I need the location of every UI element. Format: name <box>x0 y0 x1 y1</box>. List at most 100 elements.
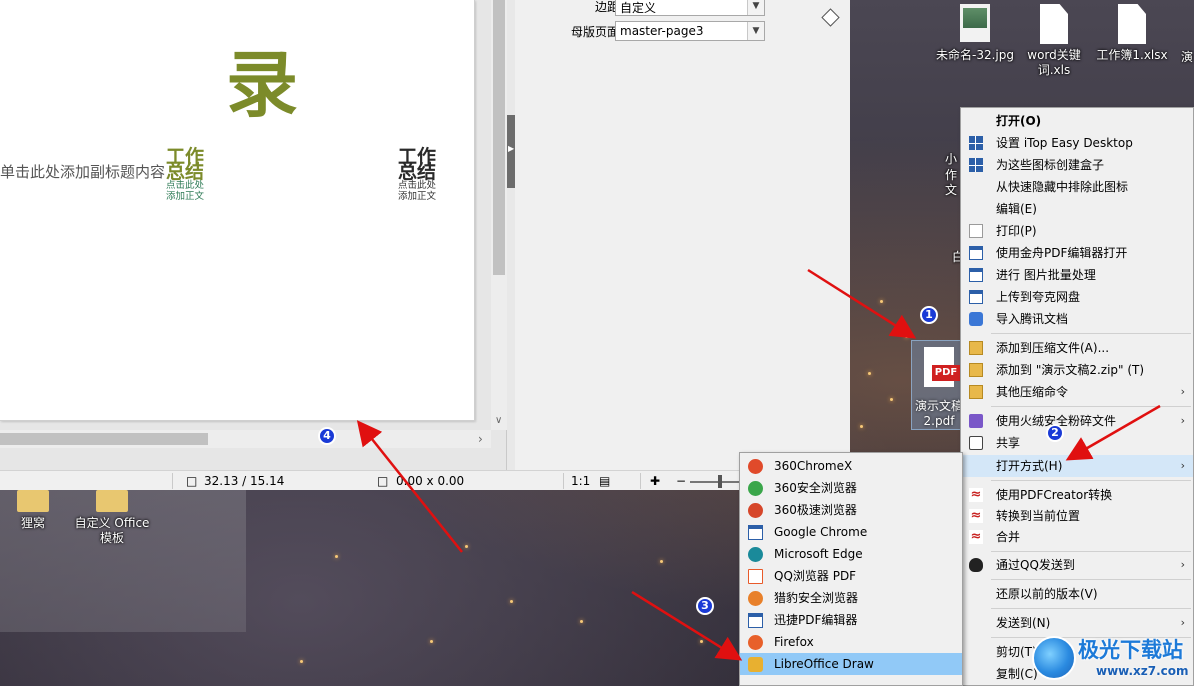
logo-dark-line2: 总结 <box>398 161 437 183</box>
master-page-row: 母版页面: master-page3 ▼ <box>515 21 850 41</box>
menu-label: 打印(P) <box>996 224 1037 238</box>
folder-icon <box>96 490 128 512</box>
menu-item-add-zip[interactable]: 添加到 "演示文稿2.zip" (T) <box>961 359 1193 381</box>
menu-item-jinzhou-pdf[interactable]: 使用金舟PDF编辑器打开 <box>961 242 1193 264</box>
vertical-scroll-thumb[interactable] <box>493 0 505 275</box>
desktop-folder-liwo[interactable]: 狸窝 <box>8 490 58 531</box>
edge-icon <box>748 547 763 562</box>
horizontal-scroll-thumb[interactable] <box>0 433 208 445</box>
menu-item-share[interactable]: 共享 <box>961 432 1193 454</box>
cursor-position: 32.13 / 15.14 <box>204 474 285 488</box>
open-with-qq-pdf[interactable]: QQ浏览器 PDF <box>740 565 962 587</box>
menu-item-shred[interactable]: 使用火绒安全粉碎文件 › <box>961 410 1193 432</box>
open-with-liebao[interactable]: 猎豹安全浏览器 <box>740 587 962 609</box>
desktop-folder-office-templates[interactable]: 自定义 Office 模板 <box>70 490 154 546</box>
menu-item-create-box[interactable]: 为这些图标创建盒子 <box>961 154 1193 176</box>
chevron-right-icon: › <box>1180 459 1185 472</box>
menu-item-batch-image[interactable]: 进行 图片批量处理 <box>961 264 1193 286</box>
open-with-edge[interactable]: Microsoft Edge <box>740 543 962 565</box>
horizontal-scrollbar[interactable] <box>0 430 491 448</box>
vertical-scrollbar[interactable] <box>491 0 507 430</box>
desktop-file-xlsx[interactable]: 工作簿1.xlsx <box>1094 4 1170 63</box>
scale-ratio[interactable]: 1:1 <box>571 474 590 488</box>
pdf-file-label: 演示文稿2.pdf <box>914 399 963 428</box>
menu-item-open-with[interactable]: 打开方式(H) › <box>961 455 1193 477</box>
archive-icon <box>969 341 983 355</box>
menu-item-itop-settings[interactable]: 设置 iTop Easy Desktop <box>961 132 1193 154</box>
editor-window: 录 单击此处添加副标题内容 工作 总结 点击此处 添加正文 工作 总结 点击此处… <box>0 0 850 490</box>
desktop-partial-label: 作文 <box>944 168 957 197</box>
chevron-down-icon[interactable]: ▼ <box>747 0 764 15</box>
menu-label: 打开方式(H) <box>996 459 1063 473</box>
app-window-icon <box>969 246 983 260</box>
size-icon: □ <box>377 474 389 488</box>
shredder-icon <box>969 414 983 428</box>
step-badge-2: 2 <box>1046 424 1064 442</box>
menu-label: 发送到(N) <box>996 616 1051 630</box>
logo-green: 工作 总结 点击此处 添加正文 <box>166 148 204 203</box>
menu-label: 导入腾讯文档 <box>996 312 1069 326</box>
menu-item-qq-send[interactable]: 通过QQ发送到 › <box>961 554 1193 576</box>
menu-item-pdfcreator[interactable]: ≈ 使用PDFCreator转换 <box>961 484 1193 506</box>
canvas-area[interactable]: 录 单击此处添加副标题内容 工作 总结 点击此处 添加正文 工作 总结 点击此处… <box>0 0 507 470</box>
logo-dark-line4: 添加正文 <box>398 191 437 202</box>
menu-item-convert-here[interactable]: ≈ 转换到当前位置 <box>961 505 1193 527</box>
status-bar: □ 32.13 / 15.14 □ 0.00 x 0.00 1:1 ▤ ✚ − <box>0 470 850 490</box>
submenu-label: 360ChromeX <box>774 459 853 473</box>
menu-item-open[interactable]: 打开(O) <box>961 110 1193 132</box>
zoom-slider-thumb[interactable] <box>718 475 722 488</box>
liebao-icon <box>748 591 763 606</box>
scroll-right-icon[interactable]: › <box>478 432 483 446</box>
browser-360se-icon <box>748 481 763 496</box>
selected-pdf-file[interactable]: PDF 演示文稿2.pdf <box>911 340 965 430</box>
open-with-360se[interactable]: 360安全浏览器 <box>740 477 962 499</box>
open-with-xunjie-pdf[interactable]: 迅捷PDF编辑器 <box>740 609 962 631</box>
save-status-icon: ▤ <box>599 474 611 488</box>
open-with-google-chrome[interactable]: Google Chrome <box>740 521 962 543</box>
zoom-out-icon[interactable]: − <box>676 474 686 488</box>
fit-page-icon[interactable]: ✚ <box>650 474 660 488</box>
desktop-file-label: 工作簿1.xlsx <box>1096 48 1168 62</box>
submenu-label: 猎豹安全浏览器 <box>774 591 859 605</box>
menu-separator <box>991 579 1191 580</box>
open-with-360chrome[interactable]: 360极速浏览器 <box>740 499 962 521</box>
slide-heading-char: 录 <box>226 43 299 127</box>
firefox-icon <box>748 635 763 650</box>
menu-label: 共享 <box>996 436 1021 450</box>
step-badge-4: 4 <box>318 427 336 445</box>
slide-page[interactable]: 录 单击此处添加副标题内容 工作 总结 点击此处 添加正文 工作 总结 点击此处… <box>0 0 475 421</box>
share-icon <box>969 436 983 450</box>
menu-item-restore-versions[interactable]: 还原以前的版本(V) <box>961 583 1193 605</box>
menu-item-add-archive[interactable]: 添加到压缩文件(A)... <box>961 337 1193 359</box>
open-with-submenu: 360ChromeX 360安全浏览器 360极速浏览器 Google Chro… <box>739 452 963 686</box>
menu-item-tencent-docs[interactable]: 导入腾讯文档 <box>961 308 1193 330</box>
desktop-folder-label: 自定义 Office 模板 <box>74 516 150 545</box>
slide-subtitle[interactable]: 单击此处添加副标题内容 <box>0 161 165 182</box>
folder-icon <box>17 490 49 512</box>
menu-item-quark-upload[interactable]: 上传到夸克网盘 <box>961 286 1193 308</box>
desktop-partial-label: 演 <box>1180 50 1193 64</box>
open-with-libreoffice-draw[interactable]: LibreOffice Draw <box>740 653 962 675</box>
open-with-firefox[interactable]: Firefox <box>740 631 962 653</box>
zoom-slider[interactable] <box>690 481 740 483</box>
menu-label: 设置 iTop Easy Desktop <box>996 136 1133 150</box>
browser-360chromex-icon <box>748 459 763 474</box>
menu-item-exclude-hide[interactable]: 从快速隐藏中排除此图标 <box>961 176 1193 198</box>
menu-item-other-compress[interactable]: 其他压缩命令 › <box>961 381 1193 403</box>
menu-item-merge[interactable]: ≈ 合并 <box>961 526 1193 548</box>
scroll-down-icon[interactable]: ∨ <box>495 415 502 426</box>
desktop-file-label: word关键词.xls <box>1027 48 1081 77</box>
open-with-360chromex[interactable]: 360ChromeX <box>740 455 962 477</box>
margin-select[interactable]: 自定义 ▼ <box>615 0 765 16</box>
menu-label: 通过QQ发送到 <box>996 558 1075 572</box>
logo-dark: 工作 总结 点击此处 添加正文 <box>398 148 437 203</box>
desktop-file-jpg[interactable]: 未命名-32.jpg <box>936 4 1014 63</box>
master-page-select[interactable]: master-page3 ▼ <box>615 21 765 41</box>
menu-item-edit[interactable]: 编辑(E) <box>961 198 1193 220</box>
splitter-arrow-icon[interactable]: ▶ <box>508 144 514 153</box>
chevron-right-icon: › <box>1180 558 1185 571</box>
document-file-icon <box>1118 4 1146 44</box>
desktop-file-xls[interactable]: word关键词.xls <box>1016 4 1092 78</box>
chevron-down-icon[interactable]: ▼ <box>747 22 764 40</box>
menu-item-print[interactable]: 打印(P) <box>961 220 1193 242</box>
